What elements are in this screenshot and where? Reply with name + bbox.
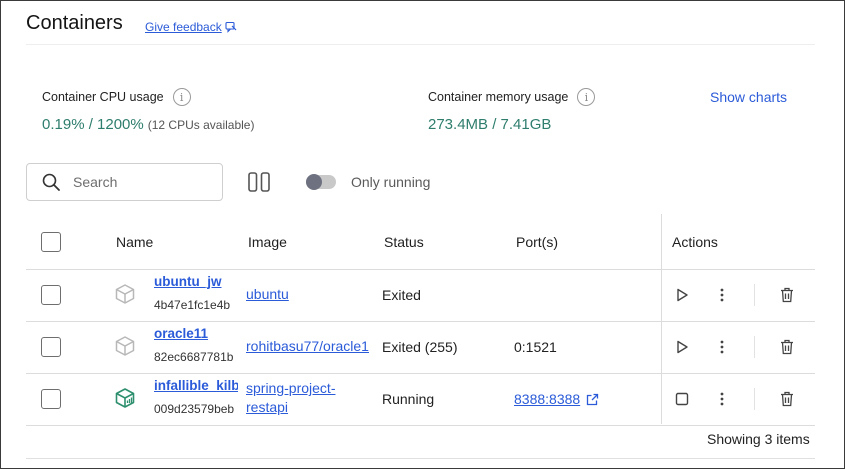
column-header-ports[interactable]: Port(s) bbox=[516, 234, 558, 250]
more-actions-button[interactable] bbox=[711, 388, 733, 410]
image-link[interactable]: spring-project- restapi bbox=[246, 379, 376, 417]
external-link-icon[interactable] bbox=[586, 393, 599, 406]
memory-usage-value: 273.4MB / 7.41GB bbox=[428, 116, 552, 133]
show-charts-button[interactable]: Show charts bbox=[710, 89, 787, 105]
container-name-link[interactable]: ubuntu_jw bbox=[154, 274, 238, 289]
info-icon[interactable]: i bbox=[172, 88, 191, 106]
container-stopped-icon bbox=[115, 336, 135, 356]
memory-usage-label: Container memory usage bbox=[428, 90, 569, 104]
more-actions-button[interactable] bbox=[711, 284, 733, 306]
column-header-status[interactable]: Status bbox=[384, 234, 424, 250]
trash-icon bbox=[781, 287, 793, 303]
table-row[interactable]: infallible_kilb 009d23579beb spring-proj… bbox=[26, 374, 815, 426]
columns-toggle-icon[interactable] bbox=[247, 171, 271, 193]
more-actions-button[interactable] bbox=[711, 336, 733, 358]
container-name-link[interactable]: oracle11 bbox=[154, 326, 238, 341]
toggle-knob bbox=[306, 174, 322, 190]
container-port: 0:1521 bbox=[514, 339, 557, 355]
cpu-usage-label: Container CPU usage bbox=[42, 90, 164, 104]
row-checkbox[interactable] bbox=[41, 389, 61, 409]
container-id: 4b47e1fc1e4b bbox=[154, 298, 231, 312]
table-header: Name Image Status Port(s) Actions bbox=[26, 214, 815, 270]
table-row[interactable]: oracle11 82ec6687781b rohitbasu77/oracle… bbox=[26, 322, 815, 374]
only-running-toggle[interactable] bbox=[306, 174, 336, 190]
container-id: 82ec6687781b bbox=[154, 350, 234, 364]
image-link-line: spring-project- bbox=[246, 380, 336, 396]
action-divider bbox=[754, 388, 755, 410]
showing-count: Showing 3 items bbox=[707, 431, 810, 447]
cpu-usage-label-row: Container CPU usage i bbox=[42, 88, 191, 106]
action-divider bbox=[754, 284, 755, 306]
container-id: 009d23579beb bbox=[154, 402, 235, 416]
row-checkbox[interactable] bbox=[41, 285, 61, 305]
feedback-icon bbox=[225, 21, 237, 33]
search-icon bbox=[42, 173, 60, 191]
trash-icon bbox=[781, 391, 793, 407]
memory-usage-value-row: 273.4MB / 7.41GB bbox=[428, 116, 551, 133]
start-button[interactable] bbox=[671, 336, 693, 358]
search-input[interactable] bbox=[73, 174, 203, 190]
info-icon[interactable]: i bbox=[577, 88, 596, 106]
play-icon bbox=[677, 340, 688, 354]
table-row[interactable]: ubuntu_jw 4b47e1fc1e4b ubuntu Exited bbox=[26, 270, 815, 322]
container-status: Running bbox=[382, 391, 435, 407]
start-button[interactable] bbox=[671, 284, 693, 306]
container-status: Exited (255) bbox=[382, 339, 458, 355]
more-vertical-icon bbox=[720, 392, 724, 406]
container-port[interactable]: 8388:8388 bbox=[514, 391, 599, 407]
column-header-actions: Actions bbox=[672, 234, 718, 250]
footer-divider bbox=[26, 458, 815, 459]
give-feedback-label: Give feedback bbox=[145, 20, 222, 34]
delete-button[interactable] bbox=[776, 336, 798, 358]
port-link[interactable]: 8388:8388 bbox=[514, 391, 580, 407]
only-running-label: Only running bbox=[351, 174, 431, 190]
cpu-count-note: (12 CPUs available) bbox=[147, 118, 255, 132]
container-status: Exited bbox=[382, 287, 421, 303]
header-divider bbox=[26, 44, 815, 45]
container-stopped-icon bbox=[115, 284, 135, 304]
image-link[interactable]: ubuntu bbox=[246, 286, 376, 302]
select-all-checkbox[interactable] bbox=[41, 232, 61, 252]
cpu-usage-value-row: 0.19% / 1200% (12 CPUs available) bbox=[42, 116, 254, 133]
memory-usage-label-row: Container memory usage i bbox=[428, 88, 596, 106]
play-icon bbox=[677, 288, 688, 302]
stop-icon bbox=[675, 392, 689, 406]
give-feedback-link[interactable]: Give feedback bbox=[145, 20, 237, 34]
row-checkbox[interactable] bbox=[41, 337, 61, 357]
search-box[interactable] bbox=[26, 163, 223, 201]
trash-icon bbox=[781, 339, 793, 355]
delete-button[interactable] bbox=[776, 388, 798, 410]
container-name-link[interactable]: infallible_kilb bbox=[154, 378, 238, 393]
stop-button[interactable] bbox=[671, 388, 693, 410]
cpu-usage-value: 0.19% / 1200% bbox=[42, 116, 144, 133]
delete-button[interactable] bbox=[776, 284, 798, 306]
image-link[interactable]: rohitbasu77/oracle1 bbox=[246, 338, 376, 354]
more-vertical-icon bbox=[720, 288, 724, 302]
port-value: 0:1521 bbox=[514, 339, 557, 355]
image-link-line: restapi bbox=[246, 399, 289, 415]
container-running-icon bbox=[115, 388, 135, 408]
page-title: Containers bbox=[26, 12, 123, 34]
column-header-name[interactable]: Name bbox=[116, 234, 153, 250]
more-vertical-icon bbox=[720, 340, 724, 354]
action-divider bbox=[754, 336, 755, 358]
column-header-image[interactable]: Image bbox=[248, 234, 287, 250]
